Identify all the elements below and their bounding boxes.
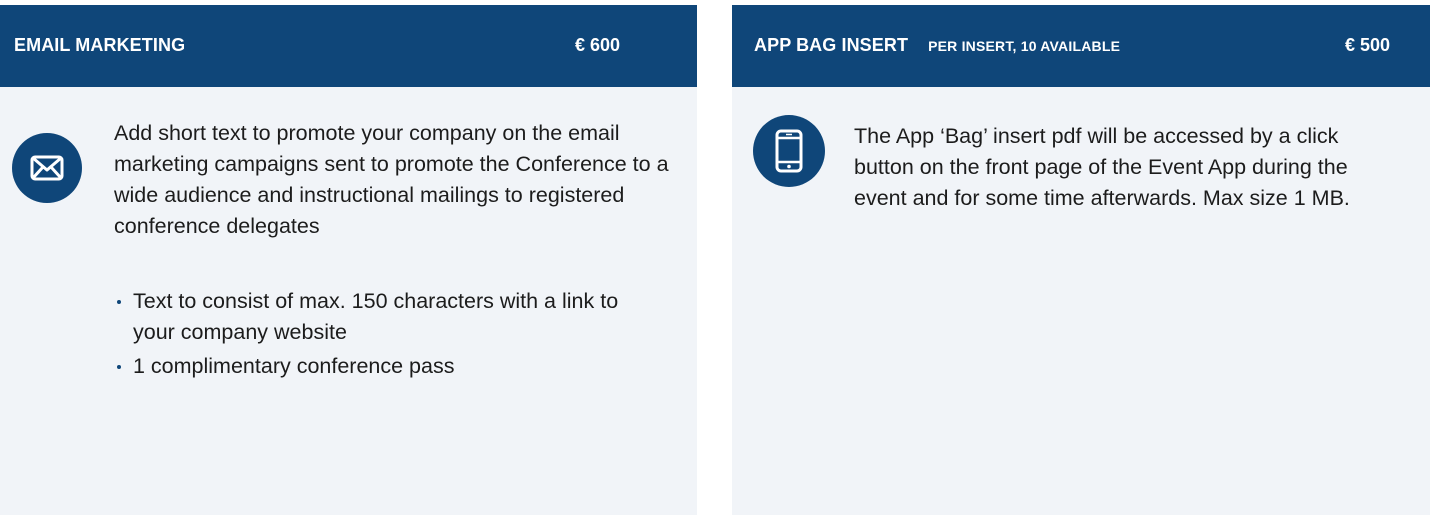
app-bag-insert-card: APP BAG INSERT PER INSERT, 10 AVAILABLE €… [732, 5, 1430, 515]
card-description: The App ‘Bag’ insert pdf will be accesse… [854, 124, 1350, 210]
card-header: EMAIL MARKETING € 600 [0, 5, 697, 87]
feature-list: Text to consist of max. 150 characters w… [114, 286, 654, 385]
card-price: € 500 [1344, 35, 1390, 55]
smartphone-icon [753, 115, 825, 187]
card-header: APP BAG INSERT PER INSERT, 10 AVAILABLE €… [732, 5, 1430, 87]
card-subtitle: PER INSERT, 10 AVAILABLE [928, 38, 1121, 54]
card-title: EMAIL MARKETING [14, 35, 186, 55]
card-description: Add short text to promote your company o… [114, 121, 669, 238]
card-price: € 600 [574, 35, 620, 55]
envelope-icon [12, 133, 82, 203]
email-marketing-card: EMAIL MARKETING € 600 Add short text to … [0, 5, 697, 515]
list-item: 1 complimentary conference pass [114, 351, 654, 382]
card-title-text: APP BAG INSERT [754, 35, 909, 55]
list-item: Text to consist of max. 150 characters w… [114, 286, 654, 348]
card-title: APP BAG INSERT PER INSERT, 10 AVAILABLE [754, 35, 1120, 56]
